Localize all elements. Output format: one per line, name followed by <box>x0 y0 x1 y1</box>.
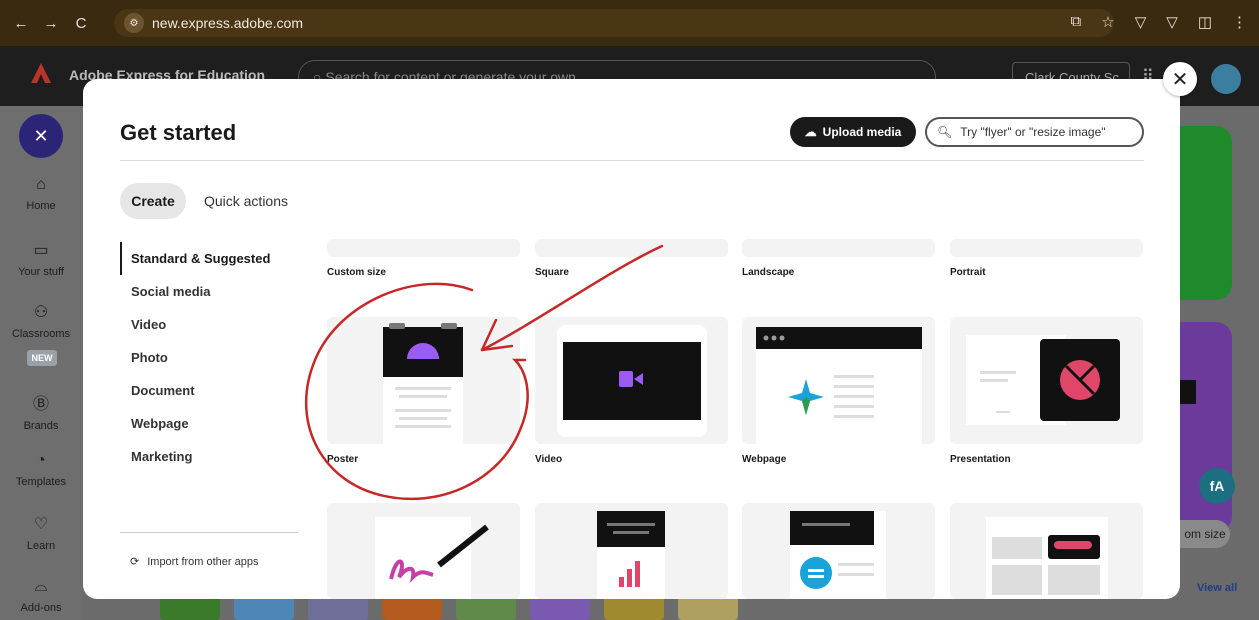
card-flyer[interactable] <box>742 503 935 599</box>
sidebar-item-classrooms[interactable]: ⚇ Classrooms <box>0 302 82 340</box>
address-text: new.express.adobe.com <box>152 15 303 31</box>
install-icon[interactable]: ⧉ <box>1071 13 1082 31</box>
background-banner-green <box>1180 126 1232 300</box>
category-document[interactable]: Document <box>120 374 300 407</box>
templates-icon: ◔ <box>36 452 46 469</box>
forward-icon[interactable]: → <box>40 15 62 32</box>
site-info-icon[interactable]: ⚙ <box>124 13 144 33</box>
background-block <box>1180 380 1196 404</box>
avatar[interactable] <box>1211 64 1241 94</box>
import-from-other-apps-button[interactable]: ⟳ Import from other apps <box>130 555 259 569</box>
category-video[interactable]: Video <box>120 308 300 341</box>
view-all-link[interactable]: View all <box>1197 582 1237 594</box>
browser-actions: ⧉ ☆ ▽ ▽ ◫ ⋮ <box>1071 13 1247 31</box>
poster-illustration <box>383 323 463 444</box>
card-thumbnail <box>742 503 935 599</box>
card-collage[interactable] <box>950 503 1143 599</box>
category-list: Standard & Suggested Social media Video … <box>120 242 300 473</box>
extensions-puzzle-icon[interactable]: ◫ <box>1198 13 1212 31</box>
sidebar-item-home[interactable]: ⌂ Home <box>0 176 82 212</box>
card-thumbnail <box>950 239 1143 257</box>
video-illustration <box>557 325 707 437</box>
background-thumbnails <box>160 596 760 620</box>
classroom-icon: ⚇ <box>33 304 49 321</box>
card-webpage[interactable]: Webpage <box>742 317 935 465</box>
tab-quick-actions[interactable]: Quick actions <box>196 183 296 219</box>
card-video[interactable]: Video <box>535 317 728 465</box>
presentation-illustration <box>966 335 1120 425</box>
card-thumbnail <box>327 317 520 444</box>
brand-icon: Ⓑ <box>32 396 49 413</box>
category-social-media[interactable]: Social media <box>120 275 300 308</box>
bookmark-star-icon[interactable]: ☆ <box>1101 13 1114 31</box>
card-signature[interactable] <box>327 503 520 599</box>
webpage-illustration <box>756 327 922 444</box>
card-thumbnail <box>535 317 728 444</box>
flyer-illustration <box>790 511 886 599</box>
card-custom-size[interactable]: Custom size <box>327 239 520 278</box>
get-started-modal: Get started ☁ Upload media 🔍︎ Try "flyer… <box>83 79 1180 599</box>
divider <box>120 160 1144 161</box>
address-bar[interactable]: ⚙ new.express.adobe.com <box>114 9 1114 37</box>
close-modal-button[interactable]: ✕ <box>1163 62 1197 96</box>
extension-shield-icon-2[interactable]: ▽ <box>1166 13 1178 31</box>
search-icon: 🔍︎ <box>937 125 953 139</box>
sidebar-item-learn[interactable]: ♡ Learn <box>0 514 82 552</box>
card-thumbnail <box>327 239 520 257</box>
card-thumbnail <box>950 317 1143 444</box>
sidebar-item-addons[interactable]: ⌓ Add-ons <box>0 578 82 614</box>
sidebar-item-brands[interactable]: Ⓑ Brands <box>0 390 82 432</box>
signature-illustration <box>375 517 489 599</box>
collage-illustration <box>986 517 1108 599</box>
card-portrait[interactable]: Portrait <box>950 239 1143 278</box>
card-poster[interactable]: Poster <box>327 317 520 465</box>
sidebar-item-your-stuff[interactable]: ▭ Your stuff <box>0 240 82 278</box>
back-icon[interactable]: ← <box>10 15 32 32</box>
reload-icon[interactable]: C <box>70 15 92 32</box>
category-webpage[interactable]: Webpage <box>120 407 300 440</box>
card-infographic[interactable] <box>535 503 728 599</box>
category-marketing[interactable]: Marketing <box>120 440 300 473</box>
upload-media-button[interactable]: ☁ Upload media <box>790 117 916 147</box>
card-thumbnail <box>535 239 728 257</box>
card-presentation[interactable]: Presentation <box>950 317 1143 465</box>
assistant-fab-icon[interactable]: fA <box>1199 468 1235 504</box>
lightbulb-icon: ♡ <box>33 516 49 533</box>
card-thumbnail <box>742 317 935 444</box>
cloud-upload-icon: ☁ <box>804 125 817 139</box>
sidebar-item-templates[interactable]: ◔ Templates <box>0 452 82 488</box>
adobe-express-logo[interactable] <box>30 62 52 84</box>
divider <box>120 532 298 533</box>
addons-icon: ⌓ <box>34 578 48 595</box>
new-badge: NEW <box>27 350 57 366</box>
tab-create[interactable]: Create <box>120 183 186 219</box>
card-square[interactable]: Square <box>535 239 728 278</box>
category-photo[interactable]: Photo <box>120 341 300 374</box>
extension-shield-icon[interactable]: ▽ <box>1135 13 1147 31</box>
create-close-icon[interactable]: ✕ <box>19 114 63 158</box>
custom-size-chip[interactable]: om size <box>1180 520 1230 548</box>
card-thumbnail <box>742 239 935 257</box>
home-icon: ⌂ <box>36 176 46 193</box>
infographic-illustration <box>597 511 665 599</box>
close-icon: ✕ <box>1171 68 1189 91</box>
card-landscape[interactable]: Landscape <box>742 239 935 278</box>
modal-title: Get started <box>120 120 237 145</box>
folder-icon: ▭ <box>33 242 49 259</box>
import-icon: ⟳ <box>130 556 140 568</box>
modal-search-input[interactable]: 🔍︎ Try "flyer" or "resize image" <box>925 117 1144 147</box>
browser-menu-icon[interactable]: ⋮ <box>1232 13 1247 31</box>
card-thumbnail <box>535 503 728 599</box>
card-thumbnail <box>950 503 1143 599</box>
category-standard-suggested[interactable]: Standard & Suggested <box>120 242 300 275</box>
card-thumbnail <box>327 503 520 599</box>
